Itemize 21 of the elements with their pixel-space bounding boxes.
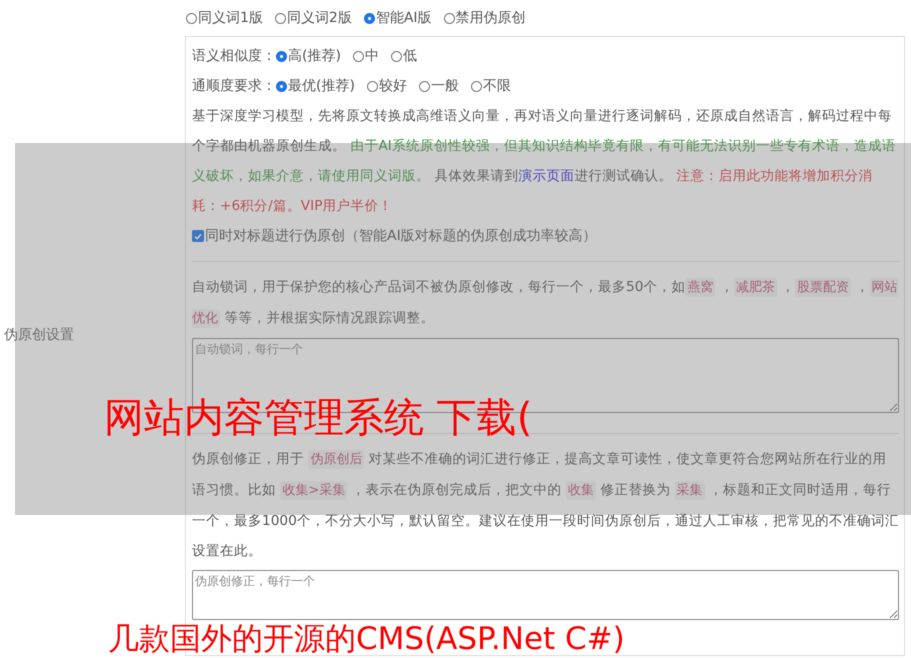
demo-link[interactable]: 演示页面 [518,168,574,184]
fluency-radio[interactable]: 不限 [470,77,511,95]
fluency-label: 通顺度要求： [192,77,276,95]
fluency-radio[interactable]: 最优(推荐) [276,77,355,95]
corrections-field[interactable]: 伪原创修正，每行一个 [192,570,899,620]
fluency-radio[interactable]: 一般 [418,77,459,95]
similarity-radio[interactable]: 高(推荐) [276,47,341,65]
mode-radio[interactable]: 智能AI版 [364,9,432,27]
title-checkbox[interactable]: 同时对标题进行伪原创（智能AI版对标题的伪原创成功率较高） [192,221,899,251]
similarity-radio[interactable]: 低 [390,47,417,65]
similarity-label: 语义相似度： [192,47,276,65]
overlay-text: 几款国外的开源的CMS(ASP.Net C#) [108,624,625,655]
mode-radio[interactable]: 同义词1版 [186,9,263,27]
mode-radio[interactable]: 同义词2版 [274,9,352,27]
similarity-radio[interactable]: 中 [352,47,379,65]
section-label: 伪原创设置 [4,326,74,344]
fluency-radio[interactable]: 较好 [366,77,407,95]
corrections-paragraph: 伪原创修正，用于 伪原创后 对某些不准确的词汇进行修正，提高文章可读性，使文章更符合您网站所在行业的用语习惯。比如 收集>采集 ，表示在伪原创完成后，把文中的 收集 修正替换为 采集 ，标题和正文同时适用，每行一个，最多1000个，不分大小写，默认留空。建议在使用一段时间伪原创后，通过人工审核，把常见的不准确词汇设置在此。 [192,449,899,561]
lock-words-paragraph: 自动锁词，用于保护您的核心产品词不被伪原创修改，每行一个，最多50个，如 燕窝 ，减肥茶 ，股票配资 ，网站优化 等等，并根据实际情况跟踪调整。 [192,277,898,330]
description-paragraph: 基于深度学习模型，先将原文转换成高维语义向量，再对语义向量进行逐词解码，还原成自然语言，解码过程中每个字都由机器原创生成。 由于AI系统原创性较强，但其知识结构毕竟有限，有可能无法识别一些专有术语，造成语义破坏，如果介意，请使用同义词版。 具体效果请到演示页面进行测试确认。 注意：启用此功能将增加积分消耗：+6积分/篇。VIP用户半价！ [192,107,897,216]
mode-radio[interactable]: 禁用伪原创 [444,9,526,27]
